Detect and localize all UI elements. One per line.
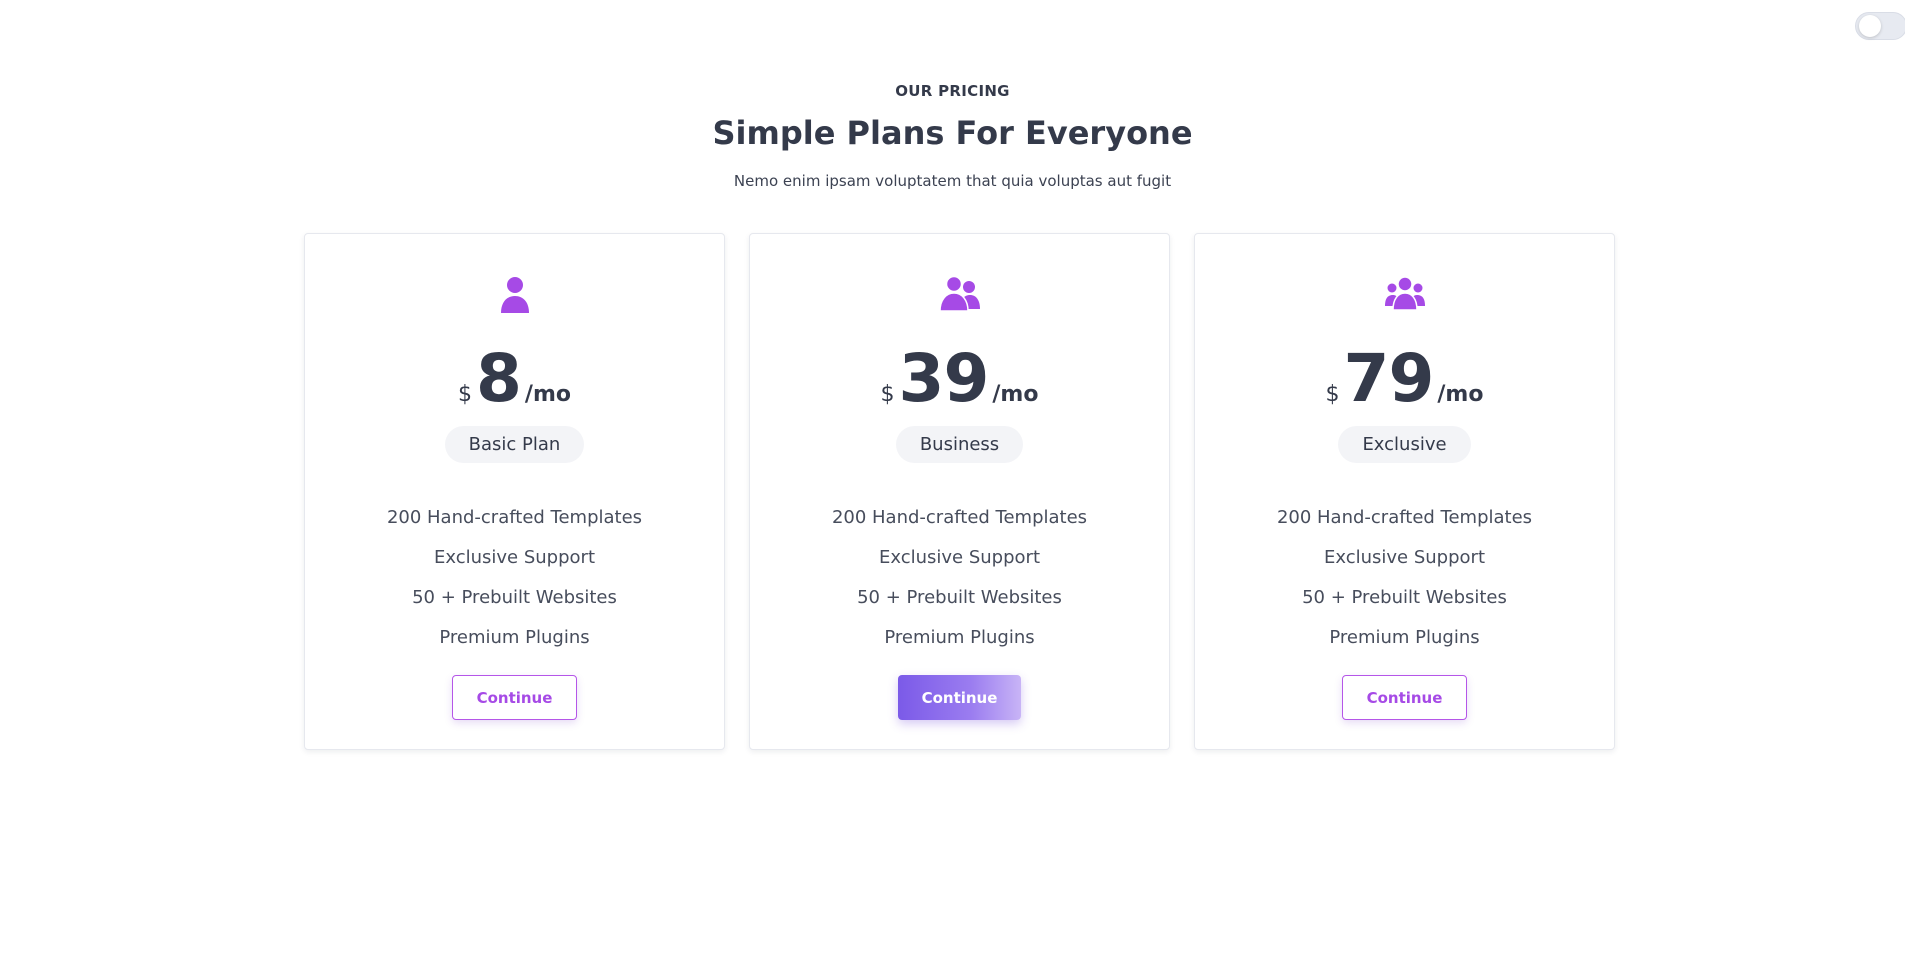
currency-symbol: $ [880, 382, 895, 407]
pricing-cards: $ 8 /mo Basic Plan 200 Hand-crafted Temp… [304, 233, 1615, 750]
feature-item: Exclusive Support [434, 547, 595, 568]
plan-price: $ 79 /mo [1195, 346, 1614, 412]
section-subtitle: Nemo enim ipsam voluptatem that quia vol… [733, 172, 1172, 190]
price-amount: 8 [475, 340, 522, 417]
feature-item: Exclusive Support [1324, 547, 1485, 568]
user-group-icon [1195, 276, 1614, 316]
price-amount: 39 [898, 340, 990, 417]
price-period: /mo [1437, 382, 1484, 407]
price-amount: 79 [1343, 340, 1435, 417]
feature-item: Exclusive Support [879, 547, 1040, 568]
feature-list: 200 Hand-crafted Templates Exclusive Sup… [305, 498, 724, 658]
continue-button-basic[interactable]: Continue [451, 675, 578, 720]
feature-list: 200 Hand-crafted Templates Exclusive Sup… [1195, 498, 1614, 658]
toggle-knob [1859, 15, 1881, 37]
currency-symbol: $ [457, 382, 472, 407]
feature-item: 200 Hand-crafted Templates [1276, 507, 1533, 528]
feature-item: 50 + Prebuilt Websites [857, 587, 1062, 608]
feature-item: 50 + Prebuilt Websites [1302, 587, 1507, 608]
plan-name-badge: Basic Plan [444, 426, 585, 463]
theme-toggle-switch[interactable] [1855, 12, 1905, 40]
feature-item: Premium Plugins [439, 627, 590, 648]
pricing-card-business: $ 39 /mo Business 200 Hand-crafted Templ… [749, 233, 1170, 750]
pricing-page: OUR PRICING Simple Plans For Everyone Ne… [0, 0, 1905, 980]
price-period: /mo [992, 382, 1039, 407]
pricing-card-exclusive: $ 79 /mo Exclusive 200 Hand-crafted Temp… [1194, 233, 1615, 750]
pricing-card-basic: $ 8 /mo Basic Plan 200 Hand-crafted Temp… [304, 233, 725, 750]
feature-item: 200 Hand-crafted Templates [386, 507, 643, 528]
user-pair-icon [750, 276, 1169, 316]
plan-price: $ 39 /mo [750, 346, 1169, 412]
plan-price: $ 8 /mo [305, 346, 724, 412]
continue-button-business[interactable]: Continue [897, 675, 1022, 720]
feature-item: Premium Plugins [884, 627, 1035, 648]
user-icon [305, 276, 724, 316]
currency-symbol: $ [1325, 382, 1340, 407]
feature-item: 50 + Prebuilt Websites [412, 587, 617, 608]
section-eyebrow: OUR PRICING [895, 82, 1010, 100]
plan-name-badge: Business [895, 426, 1024, 463]
page-title: Simple Plans For Everyone [712, 114, 1193, 152]
feature-item: Premium Plugins [1329, 627, 1480, 648]
price-period: /mo [524, 382, 571, 407]
feature-list: 200 Hand-crafted Templates Exclusive Sup… [750, 498, 1169, 658]
feature-item: 200 Hand-crafted Templates [831, 507, 1088, 528]
plan-name-badge: Exclusive [1338, 426, 1471, 463]
continue-button-exclusive[interactable]: Continue [1341, 675, 1468, 720]
